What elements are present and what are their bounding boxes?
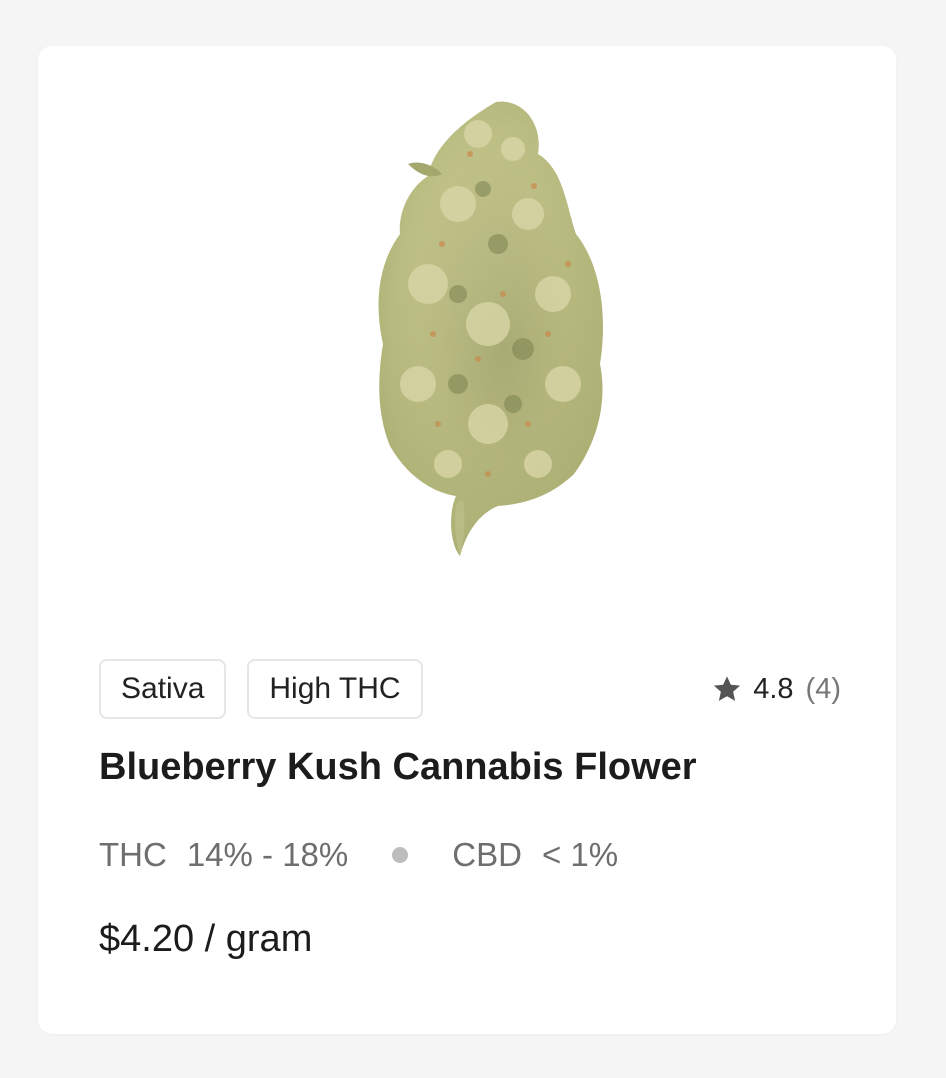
review-count: (4) bbox=[805, 672, 841, 705]
product-card[interactable]: Sativa High THC 4.8 (4) Blueberry Kush C… bbox=[38, 46, 896, 1034]
cannabis-bud-image bbox=[378, 101, 603, 556]
potency-info: THC 14% - 18% CBD < 1% bbox=[99, 836, 618, 874]
tag-high-thc[interactable]: High THC bbox=[247, 659, 423, 719]
cbd-label: CBD bbox=[452, 836, 522, 873]
rating[interactable]: 4.8 (4) bbox=[711, 673, 841, 706]
product-image[interactable] bbox=[38, 46, 896, 636]
cbd-value: < 1% bbox=[541, 836, 619, 873]
rating-value: 4.8 bbox=[753, 672, 794, 705]
thc-value: 14% - 18% bbox=[186, 836, 349, 873]
price: $4.20 / gram bbox=[99, 918, 313, 960]
product-name[interactable]: Blueberry Kush Cannabis Flower bbox=[99, 746, 697, 789]
tag-row: Sativa High THC 4.8 (4) bbox=[99, 657, 841, 721]
thc-label: THC bbox=[99, 836, 167, 873]
separator-dot bbox=[392, 847, 409, 863]
tag-sativa[interactable]: Sativa bbox=[99, 659, 227, 719]
star-icon bbox=[714, 676, 741, 701]
